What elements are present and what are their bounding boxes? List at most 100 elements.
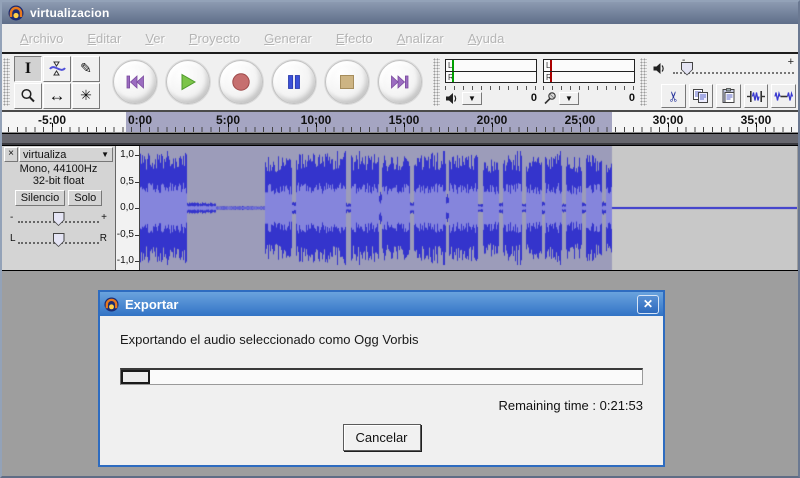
cut-button[interactable]: ✂	[661, 84, 686, 108]
audacity-window: virtualizacion ArchivoEditarVerProyectoG…	[0, 0, 800, 478]
gain-max-label: +	[101, 212, 107, 223]
menu-item-efecto[interactable]: Efecto	[324, 31, 385, 46]
timeline-label: 5:00	[204, 113, 252, 127]
input-meter[interactable]: L R ▼	[543, 59, 635, 107]
dialog-close-button[interactable]: ✕	[637, 295, 659, 314]
menu-item-ayuda[interactable]: Ayuda	[456, 31, 517, 46]
window-titlebar[interactable]: virtualizacion	[2, 2, 798, 24]
output-volume-slider[interactable]: - +	[673, 59, 794, 79]
amplitude-tick-label: 0,5	[120, 176, 134, 187]
amplitude-tick-label: 1,0	[120, 149, 134, 160]
timeline-label: 25:00	[556, 113, 604, 127]
magnifier-icon	[20, 88, 36, 104]
paste-button[interactable]	[716, 84, 741, 108]
timeline-label: 10:00	[292, 113, 340, 127]
menu-item-proyecto[interactable]: Proyecto	[177, 31, 252, 46]
skip-to-start-button[interactable]	[113, 60, 157, 104]
caret-down-icon: ▼	[101, 150, 109, 159]
ibeam-icon: I	[25, 60, 31, 78]
timeline-label: -5:00	[28, 113, 76, 127]
pan-slider-thumb[interactable]	[53, 233, 65, 247]
track-name: virtualiza	[23, 149, 99, 161]
silence-icon	[774, 89, 794, 104]
menu-item-archivo[interactable]: Archivo	[8, 31, 75, 46]
amplitude-tick-label: 0,0	[120, 202, 134, 213]
skip-to-end-icon	[390, 74, 410, 90]
track-area-separator	[2, 133, 798, 146]
menu-item-generar[interactable]: Generar	[252, 31, 324, 46]
copy-button[interactable]	[689, 84, 714, 108]
asterisk-icon: ✳	[80, 87, 92, 104]
record-button[interactable]	[219, 60, 263, 104]
timeline-label: 35:00	[732, 113, 780, 127]
amplitude-tick-label: -1,0	[117, 255, 134, 266]
multi-tool-button[interactable]: ✳	[72, 83, 100, 109]
microphone-icon	[543, 91, 556, 105]
waveform-display[interactable]	[140, 146, 797, 270]
pencil-icon: ✎	[80, 60, 92, 77]
gain-slider[interactable]: - +	[12, 210, 105, 227]
pause-button[interactable]	[272, 60, 316, 104]
selection-tool-button[interactable]: I	[14, 56, 42, 82]
audacity-logo-icon	[8, 5, 24, 21]
record-icon	[231, 72, 251, 92]
trim-icon	[746, 89, 766, 104]
pan-right-label: R	[100, 233, 107, 244]
silence-selection-button[interactable]	[771, 84, 796, 108]
input-meter-dropdown[interactable]: ▼	[559, 92, 579, 105]
export-message: Exportando el audio seleccionado como Og…	[120, 332, 643, 347]
play-icon	[179, 73, 197, 91]
audio-track: × virtualiza ▼ Mono, 44100Hz 32-bit floa…	[2, 146, 798, 271]
scissors-icon: ✂	[665, 90, 682, 102]
track-title-menu[interactable]: virtualiza ▼	[19, 147, 113, 162]
paste-icon	[721, 88, 737, 104]
stop-icon	[339, 74, 355, 90]
caret-down-icon: ▼	[468, 94, 476, 103]
input-meter-peak-line	[550, 72, 552, 82]
toolbar-gripper[interactable]	[3, 58, 10, 106]
play-button[interactable]	[166, 60, 210, 104]
input-meter-peak-line	[550, 60, 552, 71]
slider-track	[673, 72, 794, 74]
toolbar-gripper[interactable]	[433, 58, 440, 106]
mixer-toolbar: - +	[648, 54, 798, 82]
input-meter-zero-label: 0	[629, 92, 635, 104]
draw-tool-button[interactable]: ✎	[72, 56, 100, 82]
toolbar-gripper[interactable]	[640, 58, 647, 106]
menu-item-editar[interactable]: Editar	[75, 31, 133, 46]
cancel-button[interactable]: Cancelar	[343, 424, 421, 451]
track-close-button[interactable]: ×	[4, 147, 18, 162]
dialog-titlebar[interactable]: Exportar ✕	[100, 292, 663, 316]
envelope-tool-button[interactable]	[43, 56, 71, 82]
menu-item-analizar[interactable]: Analizar	[385, 31, 456, 46]
pan-slider[interactable]: L R	[12, 231, 105, 248]
zoom-tool-button[interactable]	[14, 83, 42, 109]
volume-max-label: +	[788, 56, 794, 68]
output-meter-peak-line	[452, 72, 454, 82]
gain-slider-thumb[interactable]	[53, 212, 65, 226]
pan-left-label: L	[10, 233, 16, 244]
output-meter-dropdown[interactable]: ▼	[462, 92, 482, 105]
trim-outside-selection-button[interactable]	[744, 84, 769, 108]
output-meter[interactable]: L R ▼ 0	[445, 59, 537, 107]
gain-min-label: -	[10, 212, 13, 223]
double-arrow-icon: ↔	[49, 86, 66, 106]
menu-bar: ArchivoEditarVerProyectoGenerarEfectoAna…	[2, 24, 798, 54]
track-control-panel: × virtualiza ▼ Mono, 44100Hz 32-bit floa…	[2, 146, 116, 270]
copy-icon	[692, 88, 709, 104]
stop-button[interactable]	[325, 60, 369, 104]
timeline-label: 0:00	[116, 113, 164, 127]
timeline-label: 15:00	[380, 113, 428, 127]
skip-to-end-button[interactable]	[378, 60, 422, 104]
input-meter-bars: L R	[543, 59, 635, 83]
main-toolbar: I ✎ ↔ ✳	[2, 54, 798, 112]
menu-item-ver[interactable]: Ver	[133, 31, 177, 46]
mute-button[interactable]: Silencio	[15, 190, 66, 206]
track-bitdepth-label: 32-bit float	[4, 175, 113, 188]
timeline-ruler[interactable]: -5:000:005:0010:0015:0020:0025:0030:0035…	[2, 112, 798, 133]
pause-icon	[286, 74, 302, 90]
timeshift-tool-button[interactable]: ↔	[43, 83, 71, 109]
solo-button[interactable]: Solo	[68, 190, 102, 206]
edit-toolbar: ✂	[648, 82, 798, 110]
output-meter-bars: L R	[445, 59, 537, 83]
